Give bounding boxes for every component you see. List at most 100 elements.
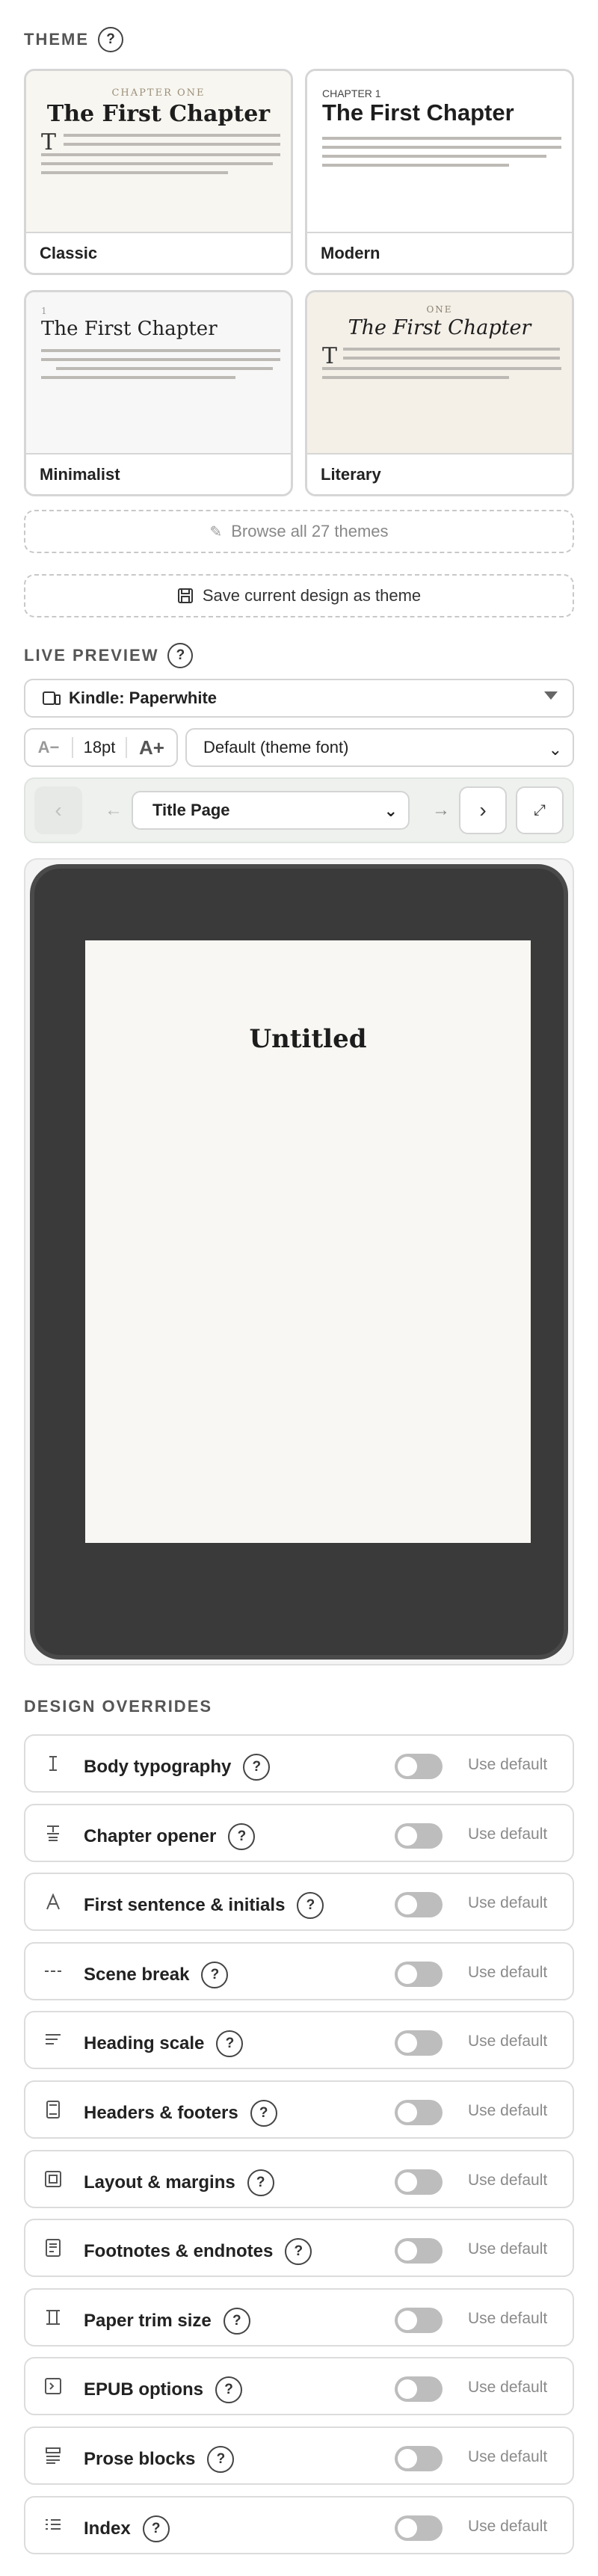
- override-row-index[interactable]: Index? Use default: [24, 2495, 574, 2554]
- theme-section-heading: THEME ?: [24, 27, 123, 52]
- device-select-value: Kindle: Paperwhite: [69, 688, 218, 707]
- override-toggle[interactable]: [395, 1892, 443, 1918]
- theme-card-classic[interactable]: CHAPTER ONE The First Chapter T Classic: [24, 69, 293, 275]
- browse-themes-button[interactable]: ✎ Browse all 27 themes: [24, 510, 574, 553]
- literary-dropcap: T: [322, 343, 338, 369]
- override-label-wrap: Chapter opener?: [84, 1822, 256, 1850]
- browse-themes-label: Browse all 27 themes: [231, 522, 389, 540]
- override-help-button[interactable]: ?: [243, 1754, 271, 1781]
- theme-card-label: Modern: [307, 232, 572, 273]
- override-toggle[interactable]: [395, 2100, 443, 2125]
- override-row-scene-break[interactable]: Scene break? Use default: [24, 1941, 574, 2000]
- override-help-button[interactable]: ?: [223, 2307, 250, 2335]
- minimalist-title: The First Chapter: [41, 318, 218, 340]
- override-toggle[interactable]: [395, 2238, 443, 2264]
- device-select[interactable]: Kindle: Paperwhite: [24, 679, 574, 718]
- override-label: Body typography: [84, 1757, 232, 1777]
- override-toggle[interactable]: [395, 1754, 443, 1779]
- back-arrow-icon[interactable]: ←: [90, 786, 138, 834]
- override-row-heading-scale[interactable]: Heading scale? Use default: [24, 2011, 574, 2070]
- override-help-button[interactable]: ?: [228, 1822, 256, 1850]
- theme-card-label: Classic: [26, 232, 291, 273]
- override-toggle[interactable]: [395, 2515, 443, 2541]
- override-row-body-typography[interactable]: Body typography? Use default: [24, 1734, 574, 1793]
- override-toggle[interactable]: [395, 1961, 443, 1987]
- theme-preview-modern: CHAPTER 1 The First Chapter: [307, 71, 572, 234]
- override-label: Layout & margins: [84, 2172, 235, 2193]
- preview-navigation: ‹ ← Title Page ⌄ → › ⤢: [24, 777, 574, 843]
- prose-blocks-icon: [42, 2444, 64, 2467]
- override-row-paper-trim-size[interactable]: Paper trim size? Use default: [24, 2287, 574, 2347]
- text-cursor-icon: [42, 1752, 64, 1775]
- overrides-section-heading: DESIGN OVERRIDES: [24, 1697, 212, 1716]
- override-toggle[interactable]: [395, 2446, 443, 2471]
- override-help-button[interactable]: ?: [285, 2238, 312, 2266]
- index-icon: [42, 2514, 64, 2536]
- override-row-footnotes-and-endnotes[interactable]: Footnotes & endnotes? Use default: [24, 2219, 574, 2278]
- font-select[interactable]: Default (theme font) ⌄: [185, 728, 574, 767]
- override-toggle[interactable]: [395, 2169, 443, 2195]
- preview-help-button[interactable]: ?: [167, 643, 194, 668]
- override-label-wrap: Heading scale?: [84, 2030, 244, 2058]
- theme-card-label: Minimalist: [26, 453, 291, 494]
- override-toggle[interactable]: [395, 2376, 443, 2403]
- override-toggle[interactable]: [395, 2307, 443, 2333]
- override-label: Headers & footers: [84, 2103, 238, 2123]
- override-help-button[interactable]: ?: [216, 2030, 244, 2058]
- override-label-wrap: Layout & margins?: [84, 2169, 274, 2196]
- heading-scale-icon: [42, 2029, 64, 2051]
- override-help-button[interactable]: ?: [247, 2169, 274, 2196]
- previous-page-button[interactable]: ‹: [34, 786, 82, 834]
- override-row-prose-blocks[interactable]: Prose blocks? Use default: [24, 2426, 574, 2485]
- font-decrease-button[interactable]: A−: [25, 738, 72, 757]
- use-default-label: Use default: [468, 1825, 548, 1843]
- preview-heading: LIVE PREVIEW: [24, 646, 159, 665]
- use-default-label: Use default: [468, 2102, 548, 2119]
- classic-dropcap: T: [41, 129, 57, 155]
- theme-card-modern[interactable]: CHAPTER 1 The First Chapter Modern: [305, 69, 574, 275]
- override-label-wrap: Scene break?: [84, 1961, 229, 1988]
- theme-preview-classic: CHAPTER ONE The First Chapter T: [26, 71, 291, 234]
- override-label: Prose blocks: [84, 2449, 196, 2469]
- theme-card-minimalist[interactable]: 1 The First Chapter Minimalist: [24, 290, 293, 496]
- layout-margins-icon: [42, 2168, 64, 2190]
- override-help-button[interactable]: ?: [297, 1892, 324, 1920]
- theme-card-label: Literary: [307, 453, 572, 494]
- device-preview: Untitled: [24, 858, 574, 1666]
- override-row-chapter-opener[interactable]: Chapter opener? Use default: [24, 1803, 574, 1862]
- font-increase-button[interactable]: A+: [127, 736, 176, 759]
- override-help-button[interactable]: ?: [250, 2100, 277, 2127]
- chevron-down-icon: ⌄: [548, 740, 562, 759]
- preview-section-heading: LIVE PREVIEW ?: [24, 643, 194, 668]
- use-default-label: Use default: [468, 2379, 548, 2397]
- theme-heading: THEME: [24, 30, 89, 49]
- override-row-first-sentence-and-initials[interactable]: First sentence & initials? Use default: [24, 1873, 574, 1932]
- use-default-label: Use default: [468, 2309, 548, 2327]
- override-label: First sentence & initials: [84, 1895, 286, 1916]
- device-screen: Untitled: [85, 940, 531, 1543]
- literary-kicker: ONE: [426, 304, 453, 315]
- override-row-epub-options[interactable]: EPUB options? Use default: [24, 2357, 574, 2416]
- theme-card-literary[interactable]: ONE The First Chapter T Literary: [305, 290, 574, 496]
- override-help-button[interactable]: ?: [201, 1961, 229, 1988]
- override-toggle[interactable]: [395, 2030, 443, 2056]
- font-size-value: 18pt: [83, 738, 116, 757]
- use-default-label: Use default: [468, 1963, 548, 1981]
- trim-size-icon: [42, 2306, 64, 2329]
- override-row-layout-and-margins[interactable]: Layout & margins? Use default: [24, 2149, 574, 2208]
- override-row-headers-and-footers[interactable]: Headers & footers? Use default: [24, 2080, 574, 2139]
- override-help-button[interactable]: ?: [207, 2446, 235, 2473]
- expand-icon[interactable]: ⤢: [516, 786, 564, 834]
- theme-help-button[interactable]: ?: [98, 27, 123, 52]
- use-default-label: Use default: [468, 2517, 548, 2535]
- next-page-button[interactable]: ›: [459, 786, 507, 834]
- override-help-button[interactable]: ?: [215, 2376, 242, 2404]
- override-label-wrap: EPUB options?: [84, 2376, 242, 2404]
- save-theme-button[interactable]: Save current design as theme: [24, 574, 574, 617]
- override-toggle[interactable]: [395, 1822, 443, 1849]
- forward-arrow-icon[interactable]: →: [417, 786, 465, 834]
- override-help-button[interactable]: ?: [142, 2515, 170, 2542]
- override-label: EPUB options: [84, 2379, 203, 2400]
- override-label-wrap: Footnotes & endnotes?: [84, 2238, 312, 2266]
- page-select[interactable]: Title Page ⌄: [132, 791, 410, 830]
